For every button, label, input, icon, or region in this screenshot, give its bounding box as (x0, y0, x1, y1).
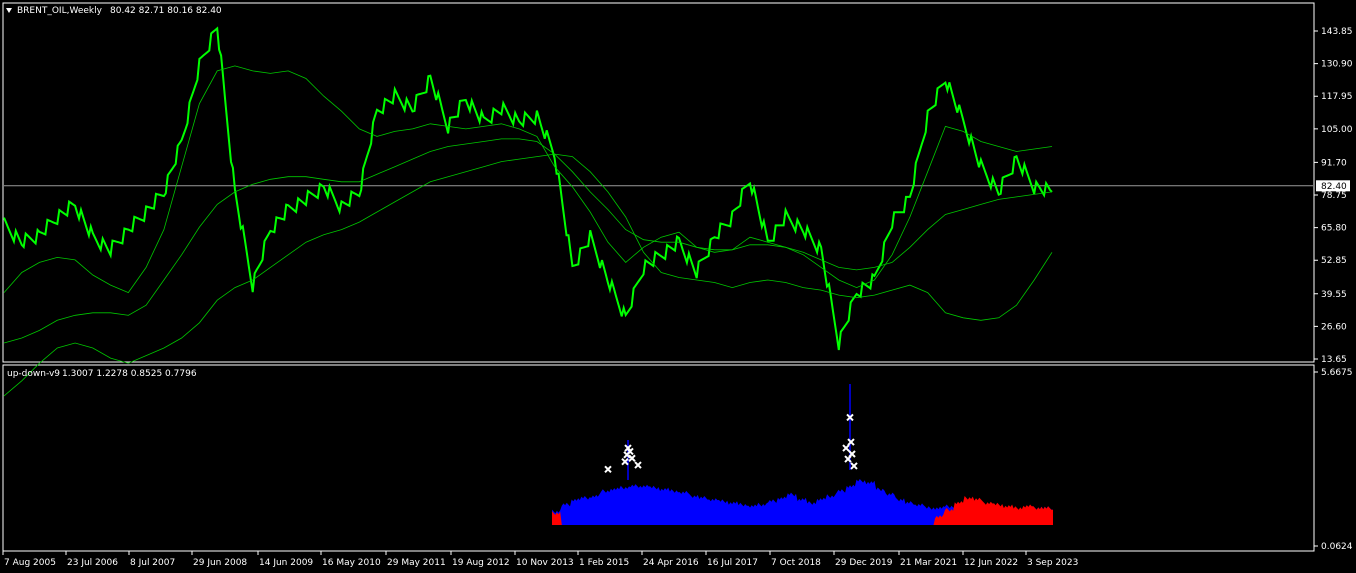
current-price-label: 82.40 (1321, 182, 1347, 192)
price-tick-label: 143.85 (1321, 27, 1353, 37)
price-tick-label: 78.75 (1321, 191, 1347, 201)
time-tick-label: 24 Apr 2016 (643, 558, 699, 568)
time-tick-label: 8 Jul 2007 (130, 558, 175, 568)
price-tick-label: 65.80 (1321, 224, 1347, 234)
indicator-values: 1.3007 1.2278 0.8525 0.7796 (62, 369, 197, 379)
main-chart-frame (2, 2, 1315, 363)
price-tick-label: 39.55 (1321, 290, 1347, 300)
main-price-axis[interactable]: 143.85 130.90 117.95 105.00 91.70 78.75 65.80 5… (1314, 27, 1353, 365)
time-tick-label: 3 Sep 2023 (1027, 558, 1078, 568)
price-tick-label: 52.85 (1321, 256, 1347, 266)
time-tick-label: 1 Feb 2015 (579, 558, 629, 568)
time-tick-label: 29 Dec 2019 (835, 558, 893, 568)
time-tick-label: 21 Mar 2021 (900, 558, 957, 568)
time-axis[interactable]: 7 Aug 2005 23 Jul 2006 8 Jul 2007 29 Jun 20… (2, 551, 1078, 568)
time-tick-label: 29 Jun 2008 (193, 558, 247, 568)
time-tick-label: 16 May 2010 (322, 558, 381, 568)
price-tick-label: 13.65 (1321, 355, 1347, 365)
symbol-label: BRENT_OIL,Weekly (17, 6, 103, 16)
indicator-tick-label: 0.0624 (1321, 542, 1353, 552)
price-tick-label: 26.60 (1321, 322, 1347, 332)
indicator-name: up-down-v9 (7, 369, 60, 379)
price-tick-label: 130.90 (1321, 60, 1353, 70)
time-tick-label: 29 May 2011 (387, 558, 446, 568)
time-tick-label: 10 Nov 2013 (516, 558, 574, 568)
time-tick-label: 7 Oct 2018 (771, 558, 821, 568)
time-tick-label: 23 Jul 2006 (67, 558, 118, 568)
price-tick-label: 91.70 (1321, 158, 1347, 168)
indicator-tick-label: 5.6675 (1321, 368, 1353, 378)
indicator-value-axis[interactable]: 5.6675 0.0624 (1314, 368, 1353, 552)
price-chart-window[interactable]: BRENT_OIL,Weekly 80.42 82.71 80.16 82.40… (0, 0, 1356, 573)
time-tick-label: 7 Aug 2005 (4, 558, 56, 568)
time-tick-label: 16 Jul 2017 (707, 558, 758, 568)
ohlc-values: 80.42 82.71 80.16 82.40 (110, 6, 222, 16)
current-price-tag: 82.40 (1316, 180, 1350, 192)
time-tick-label: 19 Aug 2012 (452, 558, 510, 568)
price-tick-label: 117.95 (1321, 92, 1353, 102)
time-tick-label: 14 Jun 2009 (259, 558, 313, 568)
price-tick-label: 105.00 (1321, 125, 1353, 135)
time-tick-label: 12 Jun 2022 (964, 558, 1018, 568)
